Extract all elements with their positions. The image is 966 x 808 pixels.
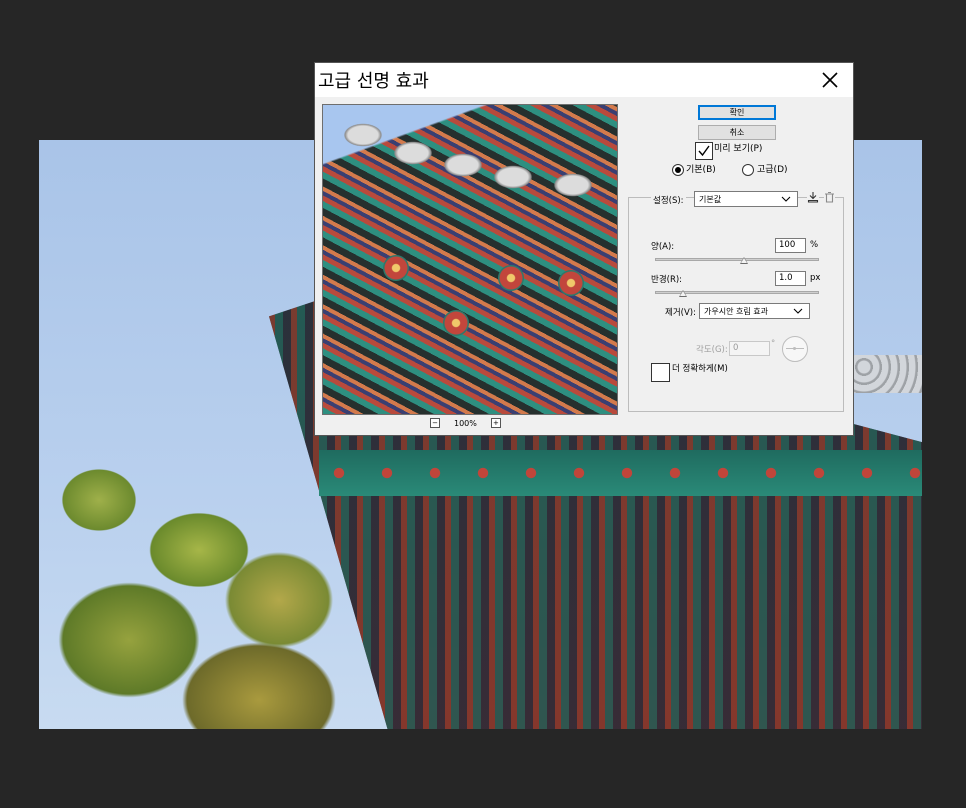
- preview-ornament: [558, 270, 584, 296]
- settings-value: 기본값: [699, 195, 722, 204]
- chevron-down-icon: [781, 196, 791, 202]
- remove-value: 가우시안 흐림 효과: [704, 307, 768, 316]
- preview-image[interactable]: [322, 104, 618, 415]
- mode-basic-radio[interactable]: [672, 164, 684, 176]
- settings-select[interactable]: 기본값: [694, 191, 798, 207]
- dialog-title-bar: 고급 선명 효과: [315, 63, 853, 97]
- remove-label: 제거(V):: [665, 308, 696, 318]
- amount-slider-track[interactable]: [655, 258, 819, 261]
- close-button[interactable]: [807, 63, 853, 97]
- amount-input[interactable]: 100: [775, 238, 806, 253]
- more-accurate-checkbox[interactable]: [651, 363, 670, 382]
- zoom-out-button[interactable]: −: [430, 418, 440, 428]
- angle-unit: °: [771, 339, 776, 349]
- roof-tiles: [854, 355, 922, 393]
- radius-label: 반경(R):: [651, 275, 683, 285]
- temple-eaves-pattern: [319, 450, 922, 496]
- mode-advanced-label: 고급(D): [757, 165, 788, 175]
- save-preset-icon[interactable]: [807, 191, 819, 206]
- radius-unit: px: [810, 273, 821, 283]
- dialog-title: 고급 선명 효과: [318, 71, 429, 92]
- more-accurate-label: 더 정확하게(M): [672, 364, 728, 374]
- zoom-controls: − 100% +: [430, 416, 501, 430]
- preview-label: 미리 보기(P): [714, 144, 763, 154]
- close-icon: [822, 72, 838, 88]
- preview-checkbox[interactable]: [695, 142, 713, 160]
- smart-sharpen-dialog: 고급 선명 효과 − 100% + 확인 취소 미리 보기(P) 기본(B) 고…: [315, 63, 853, 435]
- chevron-down-icon: [793, 308, 803, 314]
- preview-ornament: [498, 265, 524, 291]
- remove-select[interactable]: 가우시안 흐림 효과: [699, 303, 810, 319]
- mode-advanced-radio[interactable]: [742, 164, 754, 176]
- amount-label: 양(A):: [651, 242, 675, 252]
- zoom-level: 100%: [454, 418, 477, 428]
- tree-foliage: [39, 440, 369, 729]
- angle-dial[interactable]: [782, 336, 808, 362]
- ok-button[interactable]: 확인: [698, 105, 776, 120]
- settings-label: 설정(S):: [651, 194, 686, 206]
- checkmark-icon: [698, 145, 710, 157]
- radius-slider-thumb[interactable]: [678, 290, 687, 297]
- trash-icon[interactable]: [824, 191, 835, 206]
- preview-ornament: [383, 255, 409, 281]
- angle-input[interactable]: 0: [729, 341, 770, 356]
- preview-ornament: [443, 310, 469, 336]
- cancel-button[interactable]: 취소: [698, 125, 776, 140]
- zoom-in-button[interactable]: +: [490, 418, 501, 428]
- radius-input[interactable]: 1.0: [775, 271, 806, 286]
- angle-label: 각도(G):: [696, 345, 728, 355]
- mode-basic-label: 기본(B): [686, 165, 716, 175]
- amount-slider-thumb[interactable]: [740, 257, 749, 264]
- amount-unit: %: [810, 240, 819, 250]
